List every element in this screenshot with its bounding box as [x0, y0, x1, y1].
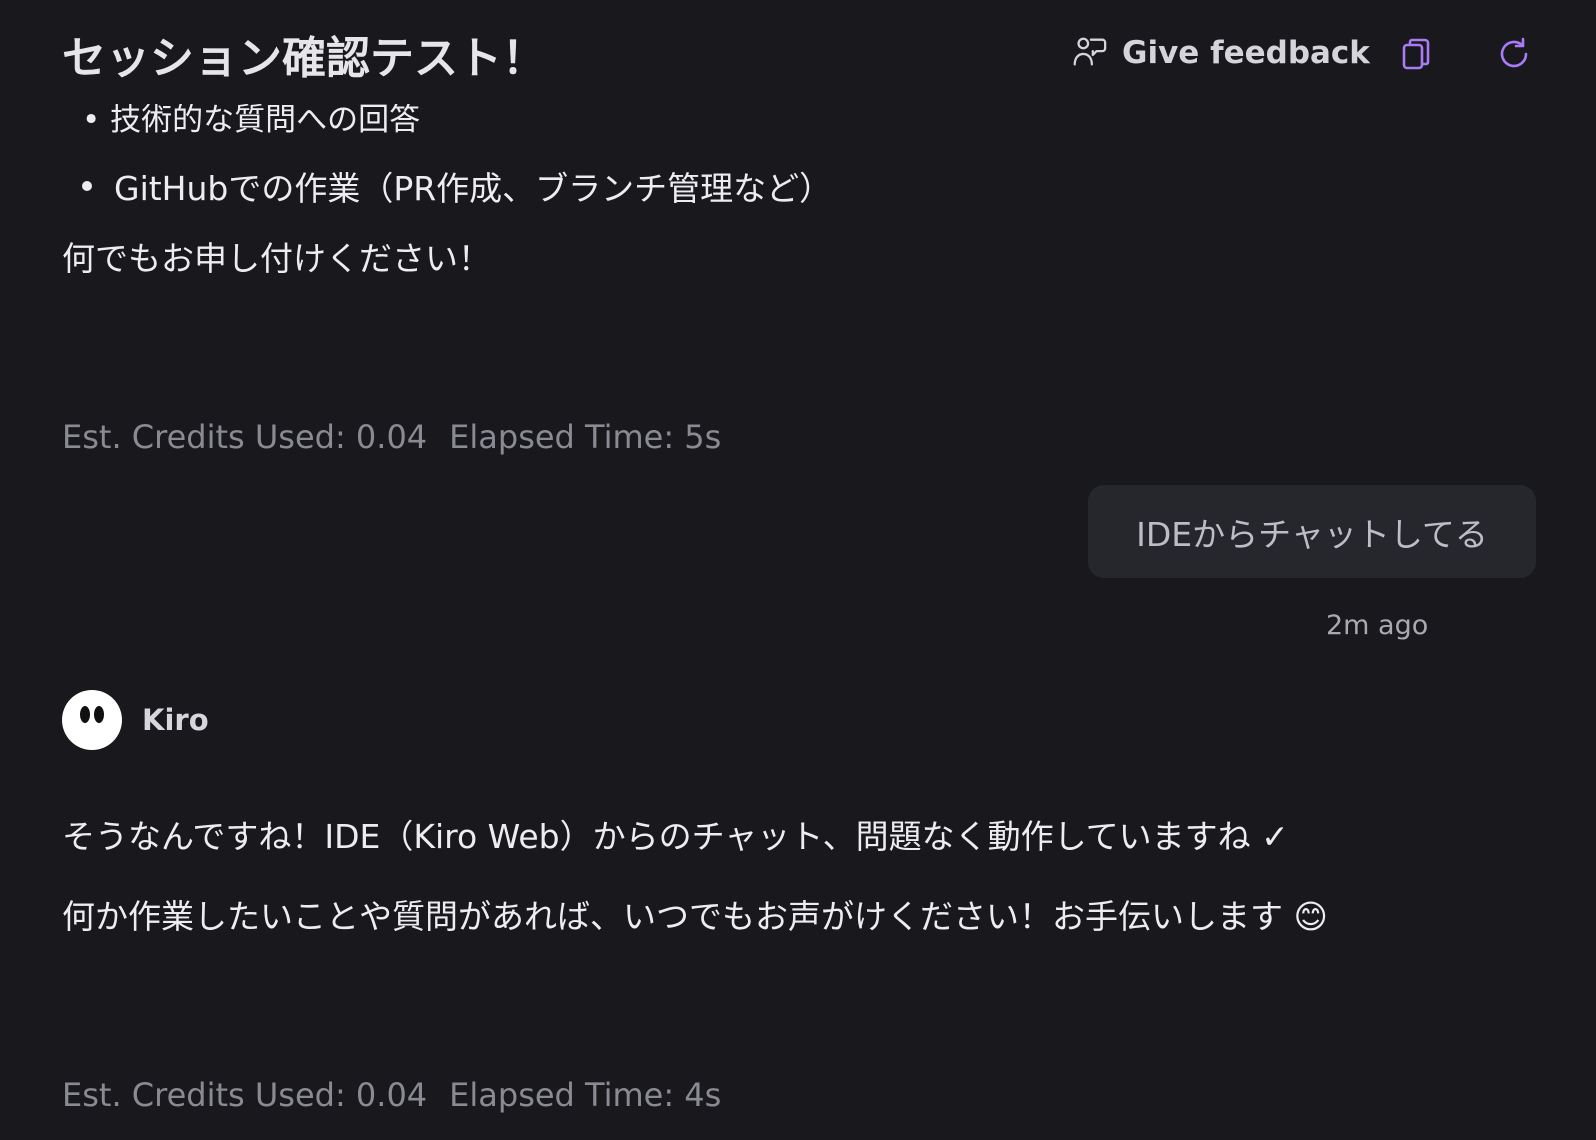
kiro-avatar: [62, 690, 122, 750]
avatar-eye-right: [94, 706, 104, 723]
user-message-text: IDEからチャットしてる: [1136, 514, 1488, 554]
bullet-dot: [82, 181, 92, 191]
elapsed-time: Elapsed Time: 5s: [449, 418, 722, 456]
closing-text: 何でもお申し付けください！: [62, 239, 491, 278]
give-feedback-label: Give feedback: [1122, 35, 1370, 71]
list-item: GitHubでの作業（PR作成、ブランチ管理など）: [82, 162, 832, 210]
agent-message-line-1: そうなんですね！IDE（Kiro Web）からのチャット、問題なく動作しています…: [62, 817, 1289, 856]
copy-icon: [1402, 38, 1430, 70]
elapsed-time: Elapsed Time: 4s: [449, 1076, 722, 1114]
agent-message-line-2: 何か作業したいことや質問があれば、いつでもお声がけください！お手伝いします 😊: [62, 897, 1328, 936]
session-title: セッション確認テスト！: [62, 33, 546, 84]
response-stats: Est. Credits Used: 0.04 Elapsed Time: 5s: [62, 418, 721, 456]
response-stats: Est. Credits Used: 0.04 Elapsed Time: 4s: [62, 1076, 721, 1114]
avatar-eye-left: [80, 706, 90, 723]
credits-used: Est. Credits Used: 0.04: [62, 418, 428, 456]
list-item-text: GitHubでの作業（PR作成、ブランチ管理など）: [114, 169, 833, 208]
chat-header: セッション確認テスト！ Give feedback: [0, 0, 1596, 104]
refresh-icon: [1500, 37, 1528, 68]
agent-name: Kiro: [142, 703, 209, 737]
chat-panel: セッション確認テスト！ Give feedback • 技術的な質問への回答 G…: [0, 0, 1596, 1140]
give-feedback-button[interactable]: Give feedback: [1070, 30, 1370, 76]
partial-list-item: • 技術的な質問への回答: [82, 102, 421, 138]
credits-used: Est. Credits Used: 0.04: [62, 1076, 428, 1114]
feedback-icon: [1073, 37, 1107, 66]
user-message-bubble: IDEからチャットしてる: [1088, 485, 1536, 578]
agent-header: Kiro: [62, 690, 209, 750]
copy-button[interactable]: [1394, 32, 1438, 76]
refresh-button[interactable]: [1492, 32, 1536, 76]
message-timestamp: 2m ago: [1326, 610, 1429, 641]
